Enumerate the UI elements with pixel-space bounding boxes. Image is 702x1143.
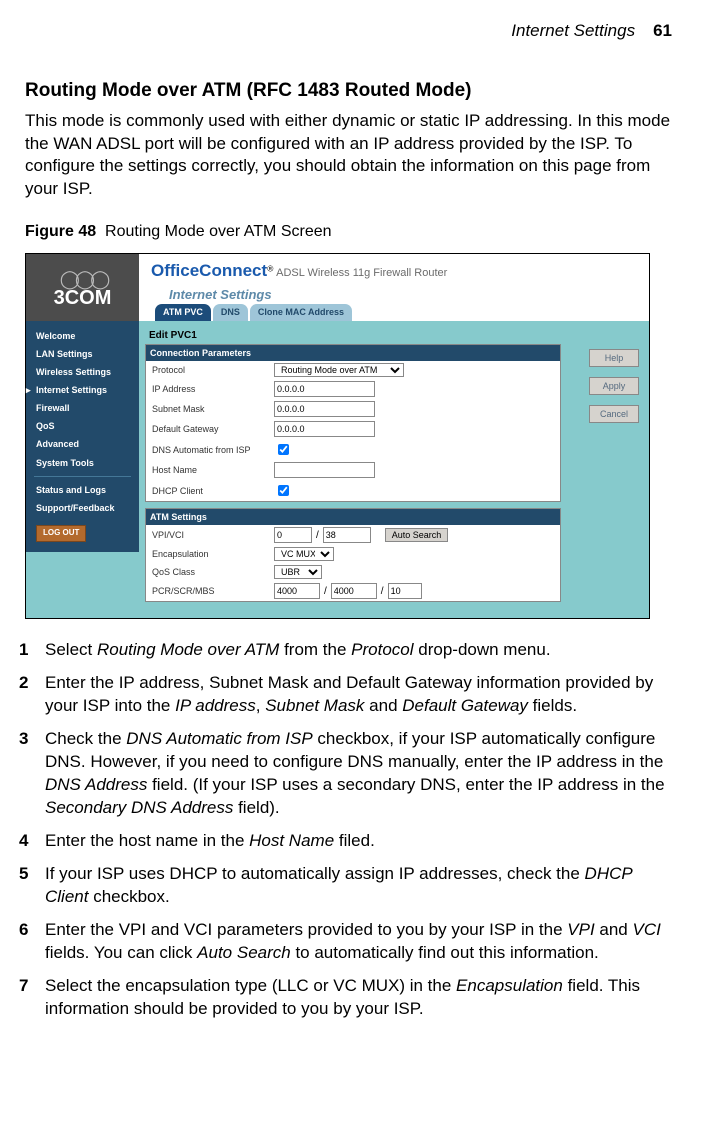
step-1: Select Routing Mode over ATM from the Pr… bbox=[25, 639, 672, 662]
logout-button[interactable]: LOG OUT bbox=[36, 525, 86, 542]
vpi-input[interactable] bbox=[274, 527, 312, 543]
step-2: Enter the IP address, Subnet Mask and De… bbox=[25, 672, 672, 718]
figure-caption-text: Routing Mode over ATM Screen bbox=[105, 223, 331, 240]
sidebar-item-advanced[interactable]: Advanced bbox=[26, 435, 139, 453]
dnsauto-label: DNS Automatic from ISP bbox=[152, 444, 270, 456]
connection-panel-head: Connection Parameters bbox=[146, 345, 560, 361]
sidebar-item-system[interactable]: System Tools bbox=[26, 454, 139, 472]
sidebar-item-qos[interactable]: QoS bbox=[26, 417, 139, 435]
ip-label: IP Address bbox=[152, 383, 270, 395]
qosclass-select[interactable]: UBR bbox=[274, 565, 322, 579]
screenshot-section-label: Internet Settings bbox=[169, 286, 637, 304]
sidebar-item-status[interactable]: Status and Logs bbox=[26, 481, 139, 499]
step-5: If your ISP uses DHCP to automatically a… bbox=[25, 863, 672, 909]
protocol-label: Protocol bbox=[152, 364, 270, 376]
subnet-input[interactable] bbox=[274, 401, 375, 417]
pcr-input[interactable] bbox=[274, 583, 320, 599]
tab-clone-mac[interactable]: Clone MAC Address bbox=[250, 304, 352, 320]
cancel-button[interactable]: Cancel bbox=[589, 405, 639, 423]
sidebar-item-firewall[interactable]: Firewall bbox=[26, 399, 139, 417]
vci-input[interactable] bbox=[323, 527, 371, 543]
dhcp-label: DHCP Client bbox=[152, 485, 270, 497]
instruction-steps: Select Routing Mode over ATM from the Pr… bbox=[25, 639, 672, 1020]
figure-caption: Figure 48 Routing Mode over ATM Screen bbox=[25, 221, 672, 243]
brand-subtitle: ADSL Wireless 11g Firewall Router bbox=[276, 267, 447, 279]
action-buttons: Help Apply Cancel bbox=[589, 349, 639, 423]
encap-label: Encapsulation bbox=[152, 548, 270, 560]
screenshot-figure: ◯◯◯ 3COM OfficeConnect® ADSL Wireless 11… bbox=[25, 253, 650, 619]
figure-label: Figure 48 bbox=[25, 223, 96, 240]
ip-input[interactable] bbox=[274, 381, 375, 397]
dhcp-checkbox[interactable] bbox=[278, 485, 289, 496]
sidebar-item-welcome[interactable]: Welcome bbox=[26, 327, 139, 345]
main-form-area: Edit PVC1 Connection Parameters Protocol… bbox=[139, 321, 649, 619]
auto-search-button[interactable]: Auto Search bbox=[385, 528, 449, 542]
encap-select[interactable]: VC MUX bbox=[274, 547, 334, 561]
qosclass-label: QoS Class bbox=[152, 566, 270, 578]
help-button[interactable]: Help bbox=[589, 349, 639, 367]
sidebar-divider bbox=[34, 476, 131, 477]
brand-area: OfficeConnect® ADSL Wireless 11g Firewal… bbox=[139, 254, 649, 321]
sidebar-item-internet[interactable]: Internet Settings bbox=[26, 381, 139, 399]
atm-panel: ATM Settings VPI/VCI / Auto Search Encap… bbox=[145, 508, 561, 602]
gateway-label: Default Gateway bbox=[152, 423, 270, 435]
mbs-input[interactable] bbox=[388, 583, 422, 599]
logo-text: 3COM bbox=[54, 285, 112, 312]
step-7: Select the encapsulation type (LLC or VC… bbox=[25, 975, 672, 1021]
intro-paragraph: This mode is commonly used with either d… bbox=[25, 110, 672, 202]
header-section: Internet Settings bbox=[511, 20, 635, 43]
sidebar: Welcome LAN Settings Wireless Settings I… bbox=[26, 321, 139, 552]
connection-panel: Connection Parameters Protocol Routing M… bbox=[145, 344, 561, 502]
section-title: Routing Mode over ATM (RFC 1483 Routed M… bbox=[25, 78, 672, 104]
header-page-number: 61 bbox=[653, 20, 672, 43]
atm-panel-head: ATM Settings bbox=[146, 509, 560, 525]
protocol-select[interactable]: Routing Mode over ATM bbox=[274, 363, 404, 377]
apply-button[interactable]: Apply bbox=[589, 377, 639, 395]
step-6: Enter the VPI and VCI parameters provide… bbox=[25, 919, 672, 965]
sidebar-item-support[interactable]: Support/Feedback bbox=[26, 499, 139, 517]
subnet-label: Subnet Mask bbox=[152, 403, 270, 415]
tabs-row: ATM PVC DNS Clone MAC Address bbox=[151, 304, 637, 320]
edit-pvc-title: Edit PVC1 bbox=[145, 327, 561, 345]
sidebar-item-wireless[interactable]: Wireless Settings bbox=[26, 363, 139, 381]
page-header: Internet Settings 61 bbox=[25, 20, 672, 43]
logo-area: ◯◯◯ 3COM bbox=[26, 254, 139, 321]
dnsauto-checkbox[interactable] bbox=[278, 444, 289, 455]
gateway-input[interactable] bbox=[274, 421, 375, 437]
step-3: Check the DNS Automatic from ISP checkbo… bbox=[25, 728, 672, 820]
hostname-label: Host Name bbox=[152, 464, 270, 476]
sidebar-item-lan[interactable]: LAN Settings bbox=[26, 345, 139, 363]
hostname-input[interactable] bbox=[274, 462, 375, 478]
pcr-label: PCR/SCR/MBS bbox=[152, 585, 270, 597]
scr-input[interactable] bbox=[331, 583, 377, 599]
brand-title: OfficeConnect bbox=[151, 261, 267, 280]
vpivci-label: VPI/VCI bbox=[152, 529, 270, 541]
tab-atm-pvc[interactable]: ATM PVC bbox=[155, 304, 211, 320]
step-4: Enter the host name in the Host Name fil… bbox=[25, 830, 672, 853]
tab-dns[interactable]: DNS bbox=[213, 304, 248, 320]
